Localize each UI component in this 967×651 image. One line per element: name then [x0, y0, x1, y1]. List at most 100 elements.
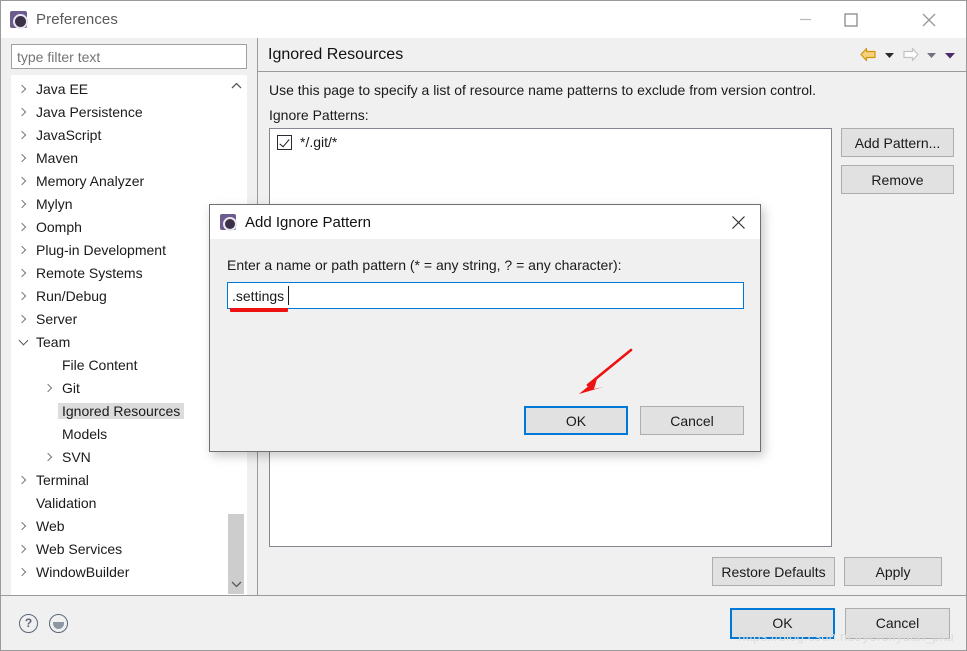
sidebar-item-maven[interactable]: Maven: [12, 146, 226, 169]
sidebar-item-label: Web Services: [36, 540, 123, 557]
chevron-right-icon[interactable]: [14, 224, 32, 230]
help-icon[interactable]: ?: [19, 613, 38, 633]
chevron-right-icon[interactable]: [14, 477, 32, 483]
chevron-right-icon[interactable]: [14, 546, 32, 552]
tree-items-container: Java EE Java Persistence JavaScript Maven Me…: [12, 76, 226, 594]
ignore-patterns-label: Ignore Patterns:: [269, 107, 369, 123]
navigation-toolbar: [858, 47, 958, 62]
pattern-label: */.git/*: [300, 134, 338, 150]
sidebar-item-label: Models: [62, 425, 108, 442]
dialog-buttons: OK Cancel: [524, 406, 744, 435]
chevron-right-icon[interactable]: [14, 109, 32, 115]
chevron-right-icon[interactable]: [40, 385, 58, 391]
view-menu-chevron-down-icon[interactable]: [942, 51, 958, 59]
sidebar-item-label: Run/Debug: [36, 287, 107, 304]
sidebar-item-label: Maven: [36, 149, 79, 166]
restore-defaults-button[interactable]: Restore Defaults: [712, 557, 835, 586]
pin-icon[interactable]: [49, 613, 68, 633]
sidebar-item-terminal[interactable]: Terminal: [12, 468, 226, 491]
chevron-right-icon[interactable]: [14, 86, 32, 92]
forward-menu-chevron-down-icon[interactable]: [924, 51, 939, 59]
sidebar-item-label: Validation: [36, 494, 97, 511]
sidebar-item-team[interactable]: Team: [12, 330, 226, 353]
page-header: Ignored Resources: [258, 38, 966, 72]
sidebar-item-java-ee[interactable]: Java EE: [12, 77, 226, 100]
page-title: Ignored Resources: [268, 45, 404, 63]
sidebar-item-label: Git: [62, 379, 80, 396]
chevron-right-icon[interactable]: [14, 155, 32, 161]
apply-button[interactable]: Apply: [844, 557, 942, 586]
sidebar-item-label: Mylyn: [36, 195, 73, 212]
sidebar-item-ignored-resources[interactable]: Ignored Resources: [12, 399, 226, 422]
sidebar-item-git[interactable]: Git: [12, 376, 226, 399]
minimize-button[interactable]: [782, 1, 828, 38]
sidebar-item-windowbuilder[interactable]: WindowBuilder: [12, 560, 226, 583]
chevron-right-icon[interactable]: [14, 201, 32, 207]
sidebar-item-models[interactable]: Models: [12, 422, 226, 445]
main-action-buttons: OK Cancel: [730, 607, 950, 639]
chevron-up-icon[interactable]: [226, 76, 246, 96]
sidebar-item-oomph[interactable]: Oomph: [12, 215, 226, 238]
forward-arrow-icon[interactable]: [900, 47, 921, 62]
sidebar-item-java-persistence[interactable]: Java Persistence: [12, 100, 226, 123]
filter-container: [1, 44, 257, 75]
window-titlebar: Preferences: [1, 1, 966, 38]
chevron-right-icon[interactable]: [14, 523, 32, 529]
maximize-button[interactable]: [828, 1, 874, 38]
sidebar-item-run-debug[interactable]: Run/Debug: [12, 284, 226, 307]
sidebar-item-web-services[interactable]: Web Services: [12, 537, 226, 560]
search-input[interactable]: [11, 44, 247, 69]
chevron-right-icon[interactable]: [14, 293, 32, 299]
list-item[interactable]: */.git/*: [270, 129, 831, 155]
remove-button[interactable]: Remove: [841, 165, 954, 194]
sidebar-item-label: Ignored Resources: [58, 402, 185, 419]
back-menu-chevron-down-icon[interactable]: [882, 51, 897, 59]
close-icon[interactable]: [716, 205, 760, 239]
sidebar-item-server[interactable]: Server: [12, 307, 226, 330]
back-arrow-icon[interactable]: [858, 47, 879, 62]
chevron-right-icon[interactable]: [14, 270, 32, 276]
dialog-prompt-label: Enter a name or path pattern (* = any st…: [227, 257, 622, 273]
add-pattern-button[interactable]: Add Pattern...: [841, 128, 954, 157]
dialog-cancel-button[interactable]: Cancel: [640, 406, 744, 435]
dialog-ok-button[interactable]: OK: [524, 406, 628, 435]
sidebar-item-label: Oomph: [36, 218, 82, 235]
chevron-down-icon[interactable]: [14, 340, 32, 344]
sidebar-item-web[interactable]: Web: [12, 514, 226, 537]
chevron-right-icon[interactable]: [14, 569, 32, 575]
sidebar-item-label: Server: [36, 310, 78, 327]
sidebar-item-validation[interactable]: Validation: [12, 491, 226, 514]
text-caret: [288, 286, 289, 305]
close-icon[interactable]: [906, 1, 952, 38]
dialog-bottom-bar: ? OK Cancel https://blog.csdn.net/yereny…: [1, 595, 966, 650]
chevron-right-icon[interactable]: [14, 132, 32, 138]
cancel-button[interactable]: Cancel: [845, 607, 950, 639]
sidebar-item-file-content[interactable]: File Content: [12, 353, 226, 376]
sidebar-item-label: Terminal: [36, 471, 89, 488]
sidebar-item-remote-systems[interactable]: Remote Systems: [12, 261, 226, 284]
sidebar-item-label: Java Persistence: [36, 103, 143, 120]
sidebar-item-label: Java EE: [36, 80, 89, 97]
sidebar-item-svn[interactable]: SVN: [12, 445, 226, 468]
red-underline-annotation: [230, 308, 288, 312]
pattern-input[interactable]: [227, 282, 744, 309]
sidebar-item-plug-in-development[interactable]: Plug-in Development: [12, 238, 226, 261]
sidebar-item-label: Web: [36, 517, 65, 534]
chevron-right-icon[interactable]: [40, 454, 58, 460]
ok-button[interactable]: OK: [730, 607, 835, 639]
pattern-checkbox[interactable]: [277, 134, 292, 150]
dialog-title: Add Ignore Pattern: [245, 213, 371, 231]
chevron-down-icon[interactable]: [226, 574, 246, 594]
add-ignore-pattern-dialog: Add Ignore Pattern Enter a name or path …: [209, 204, 761, 452]
sidebar-item-mylyn[interactable]: Mylyn: [12, 192, 226, 215]
chevron-right-icon[interactable]: [14, 178, 32, 184]
page-footer-buttons: Restore Defaults Apply: [269, 547, 954, 595]
chevron-right-icon[interactable]: [14, 247, 32, 253]
pattern-input-container: [227, 282, 744, 312]
window-title: Preferences: [36, 11, 118, 28]
dialog-content: Enter a name or path pattern (* = any st…: [210, 239, 760, 451]
chevron-right-icon[interactable]: [14, 316, 32, 322]
dialog-titlebar: Add Ignore Pattern: [210, 205, 760, 239]
sidebar-item-memory-analyzer[interactable]: Memory Analyzer: [12, 169, 226, 192]
sidebar-item-javascript[interactable]: JavaScript: [12, 123, 226, 146]
